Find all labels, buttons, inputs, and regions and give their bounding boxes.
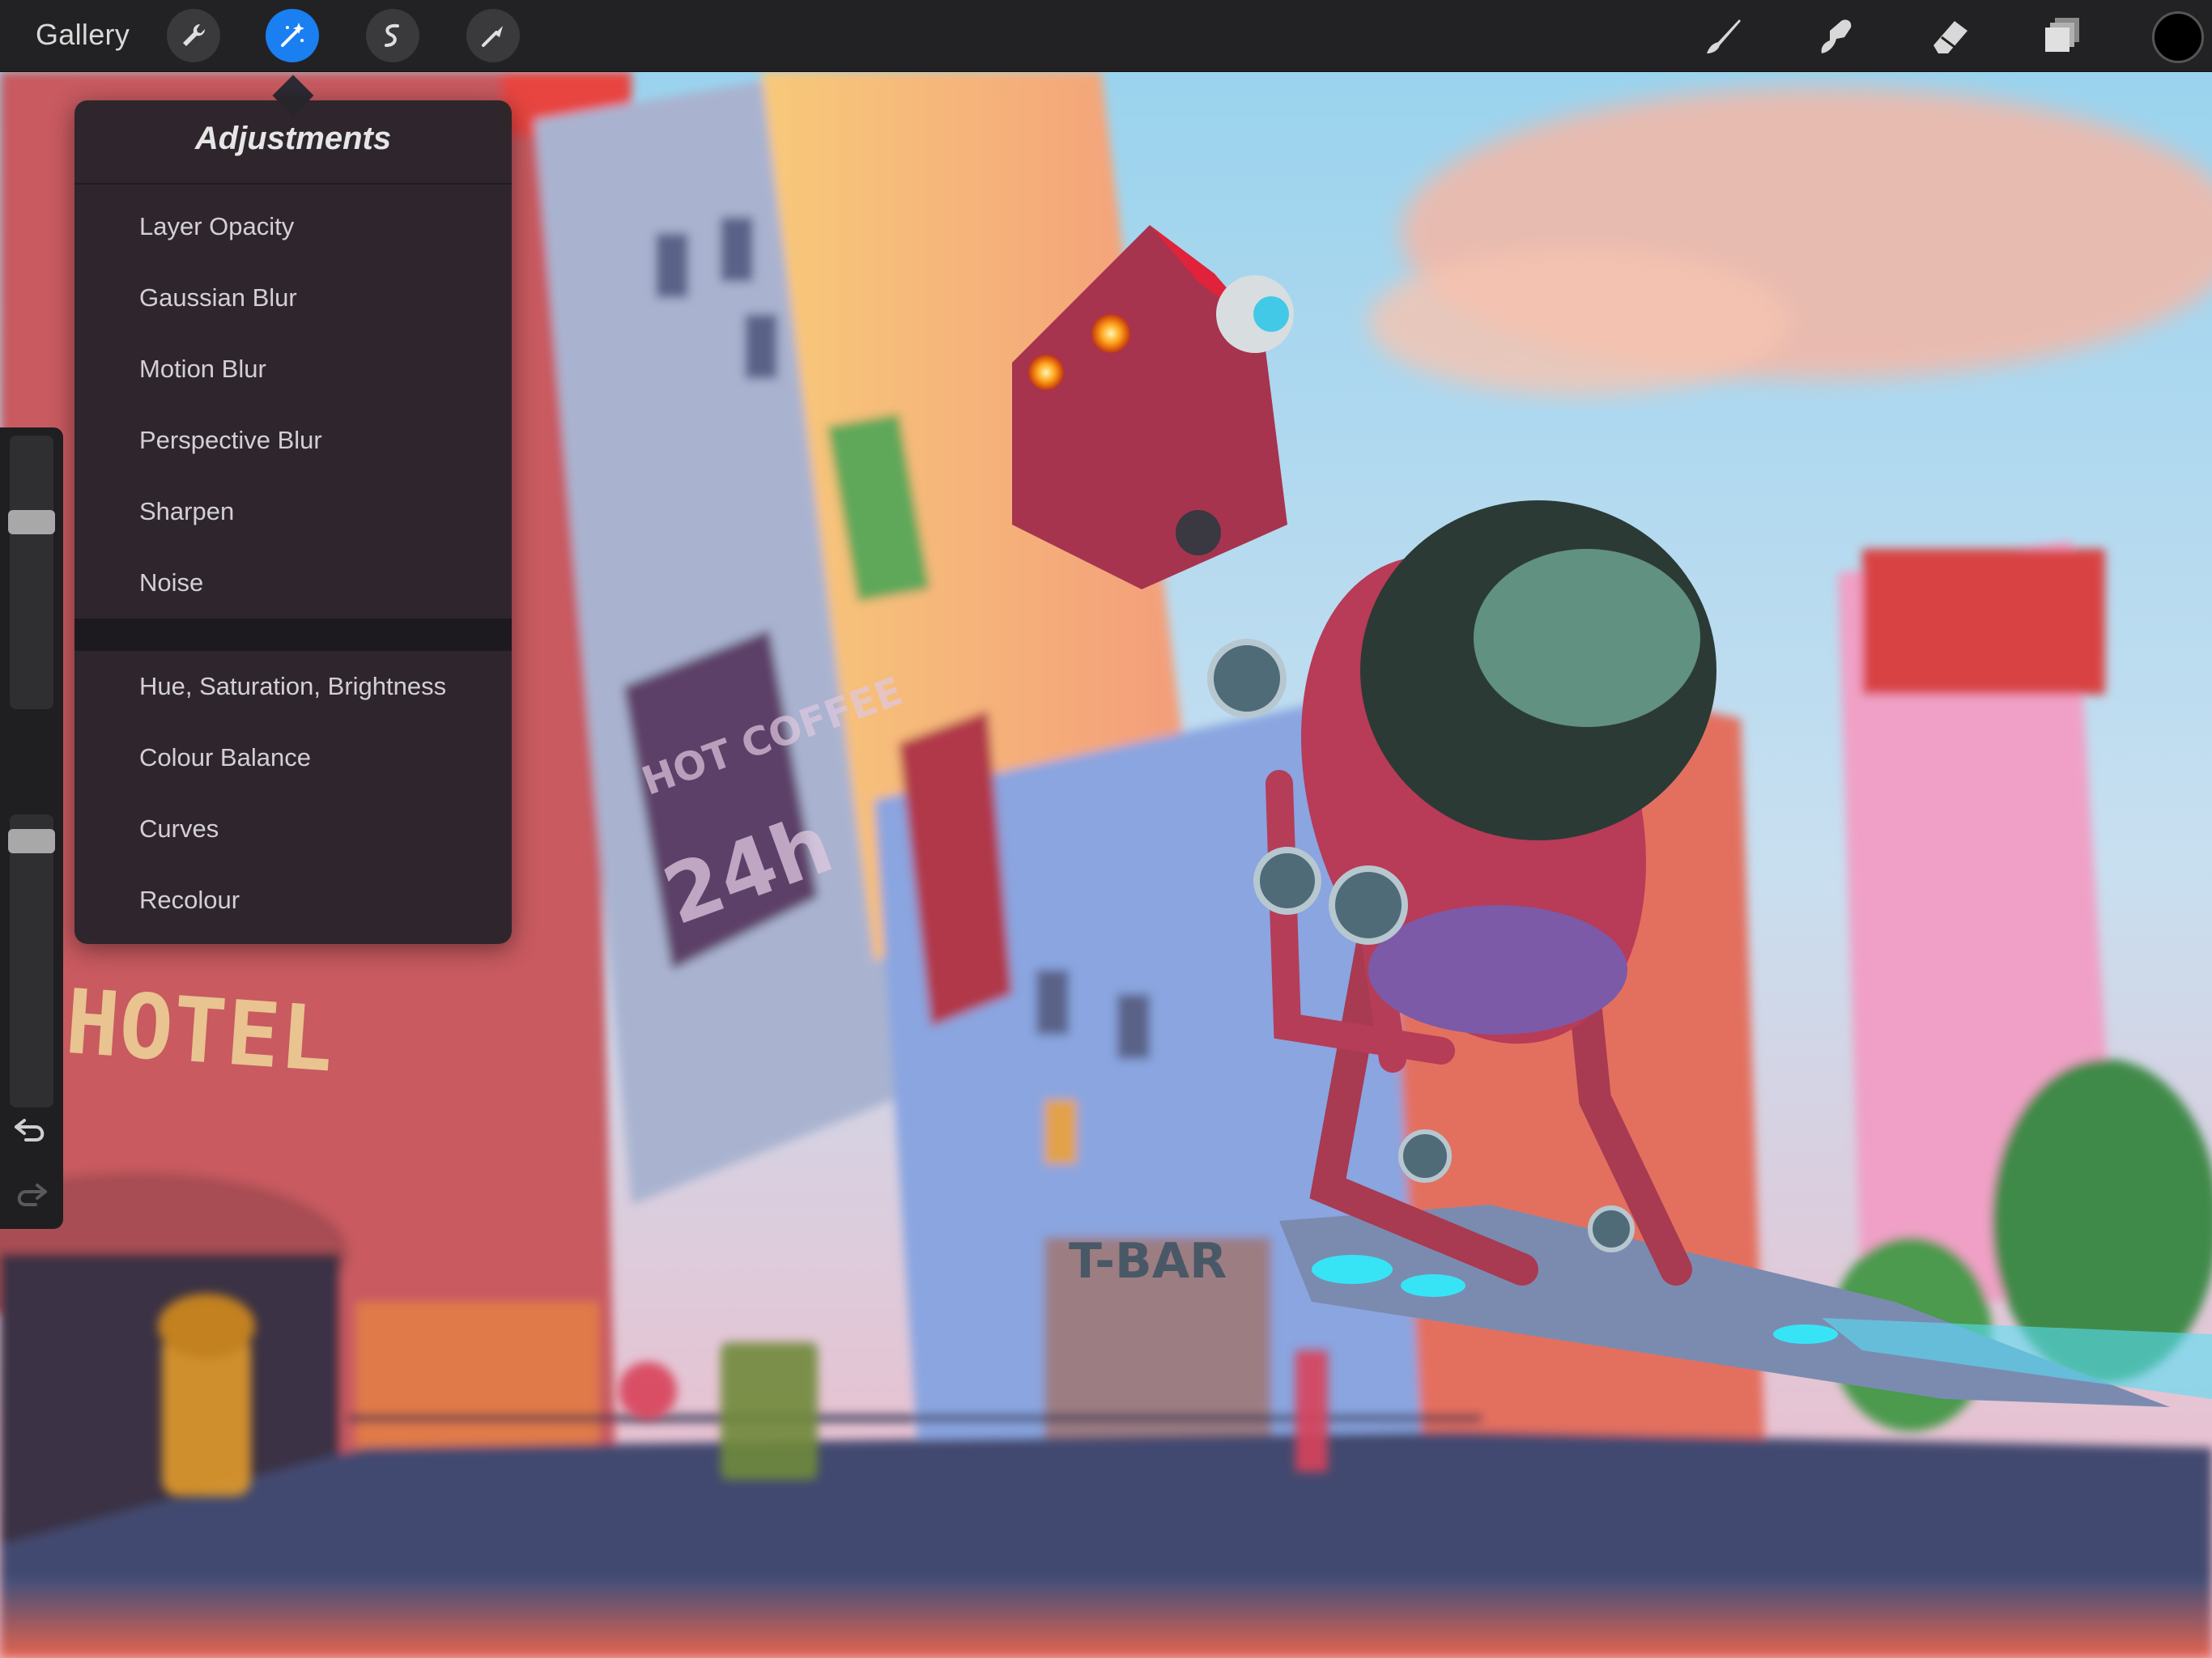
menu-item-hue-saturation-brightness[interactable]: Hue, Saturation, Brightness bbox=[74, 651, 512, 722]
opacity-slider[interactable] bbox=[8, 814, 55, 1107]
actions-button[interactable] bbox=[167, 9, 220, 62]
left-sidebar bbox=[0, 427, 63, 1229]
magic-wand-icon bbox=[281, 23, 304, 47]
eraser-icon bbox=[1933, 21, 1967, 53]
menu-item-recolour[interactable]: Recolour bbox=[74, 865, 512, 936]
menu-item-layer-opacity[interactable]: Layer Opacity bbox=[74, 191, 512, 262]
smudge-tool-button[interactable] bbox=[1809, 8, 1864, 63]
eraser-tool-button[interactable] bbox=[1922, 8, 1977, 63]
opacity-thumb[interactable] bbox=[8, 829, 55, 853]
layers-icon bbox=[2045, 18, 2079, 52]
smudge-icon bbox=[1821, 19, 1852, 54]
brush-size-thumb[interactable] bbox=[8, 510, 55, 534]
menu-group-divider bbox=[74, 619, 512, 651]
transform-arrow-icon bbox=[482, 26, 503, 47]
adjustments-title: Adjustments bbox=[74, 100, 512, 185]
wrench-icon bbox=[183, 23, 206, 46]
brush-icon bbox=[1707, 19, 1741, 53]
undo-icon bbox=[15, 1119, 45, 1141]
transform-button[interactable] bbox=[466, 9, 520, 62]
tbar-sign: T-BAR bbox=[1069, 1233, 1227, 1290]
adjustments-group-colour: Hue, Saturation, Brightness Colour Balan… bbox=[74, 651, 512, 936]
selection-button[interactable] bbox=[366, 9, 419, 62]
menu-item-noise[interactable]: Noise bbox=[74, 547, 512, 619]
adjustments-group-filters: Layer Opacity Gaussian Blur Motion Blur … bbox=[74, 185, 512, 619]
redo-button[interactable] bbox=[13, 1179, 49, 1211]
menu-item-gaussian-blur[interactable]: Gaussian Blur bbox=[74, 262, 512, 334]
layers-button[interactable] bbox=[2035, 8, 2091, 63]
gallery-button[interactable]: Gallery bbox=[36, 18, 130, 52]
menu-item-perspective-blur[interactable]: Perspective Blur bbox=[74, 405, 512, 476]
adjustments-popover: Adjustments Layer Opacity Gaussian Blur … bbox=[74, 100, 512, 944]
adjustments-button[interactable] bbox=[266, 9, 319, 62]
brush-size-slider[interactable] bbox=[8, 436, 55, 709]
hotel-sign: HOTEL bbox=[62, 970, 337, 1092]
top-toolbar: Gallery bbox=[0, 0, 2212, 72]
undo-button[interactable] bbox=[13, 1114, 49, 1146]
selection-icon bbox=[385, 23, 399, 47]
menu-item-colour-balance[interactable]: Colour Balance bbox=[74, 722, 512, 793]
brush-tool-button[interactable] bbox=[1695, 8, 1750, 63]
redo-icon bbox=[17, 1184, 47, 1206]
menu-item-curves[interactable]: Curves bbox=[74, 793, 512, 865]
menu-item-motion-blur[interactable]: Motion Blur bbox=[74, 334, 512, 405]
color-picker-button[interactable] bbox=[2152, 11, 2204, 63]
menu-item-sharpen[interactable]: Sharpen bbox=[74, 476, 512, 547]
